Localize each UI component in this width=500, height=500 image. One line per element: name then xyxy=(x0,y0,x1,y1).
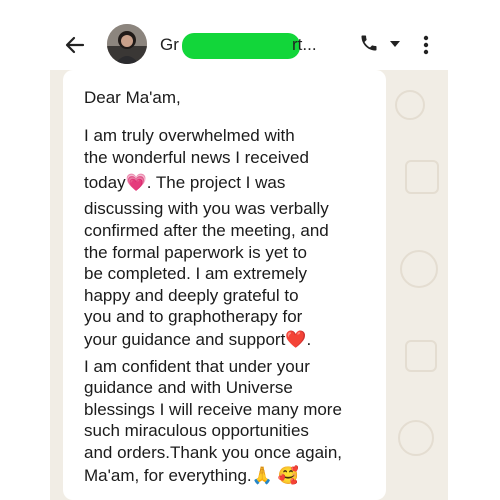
back-button[interactable] xyxy=(60,30,90,60)
message-line: confirmed after the meeting, and xyxy=(84,221,329,240)
arrow-left-icon xyxy=(65,36,85,54)
message-line: and orders.Thank you once again, xyxy=(84,443,343,462)
message-line: your guidance and support❤️. xyxy=(84,330,312,349)
message-line: be completed. I am extremely xyxy=(84,264,307,283)
contact-name[interactable]: Gr rt... xyxy=(160,33,360,59)
message-line: Ma'am, for everything.🙏 🥰 xyxy=(84,466,299,485)
caret-down-icon xyxy=(390,41,400,47)
message-line: Dear Ma'am, xyxy=(84,88,181,107)
vertical-dots-icon xyxy=(423,35,429,55)
message-line: happy and deeply grateful to xyxy=(84,286,299,305)
message-line: I am confident that under your xyxy=(84,357,310,376)
avatar-photo xyxy=(107,24,147,64)
wallpaper-doodle xyxy=(395,90,425,120)
message-line: the wonderful news I received xyxy=(84,148,309,167)
contact-name-suffix: rt... xyxy=(292,35,317,54)
wallpaper-doodle xyxy=(405,340,437,372)
message-line: discussing with you was verbally xyxy=(84,199,329,218)
message-line: the formal paperwork is yet to xyxy=(84,243,307,262)
call-button[interactable] xyxy=(356,30,382,56)
message-line: guidance and with Universe xyxy=(84,378,293,397)
avatar[interactable] xyxy=(107,24,147,64)
message-line: I am truly overwhelmed with xyxy=(84,126,295,145)
menu-button[interactable] xyxy=(416,32,436,58)
redaction-bar xyxy=(182,33,300,59)
contact-name-prefix: Gr xyxy=(160,35,179,54)
phone-icon xyxy=(361,35,377,51)
message-line: you and to graphotherapy for xyxy=(84,307,303,326)
message-line: such miraculous opportunities xyxy=(84,421,309,440)
wallpaper-doodle xyxy=(405,160,439,194)
call-options-dropdown[interactable] xyxy=(389,38,401,50)
wallpaper-doodle xyxy=(400,250,438,288)
message-line: today💗. The project I was xyxy=(84,173,286,192)
message-line: blessings I will receive many more xyxy=(84,400,342,419)
wallpaper-doodle xyxy=(398,420,434,456)
